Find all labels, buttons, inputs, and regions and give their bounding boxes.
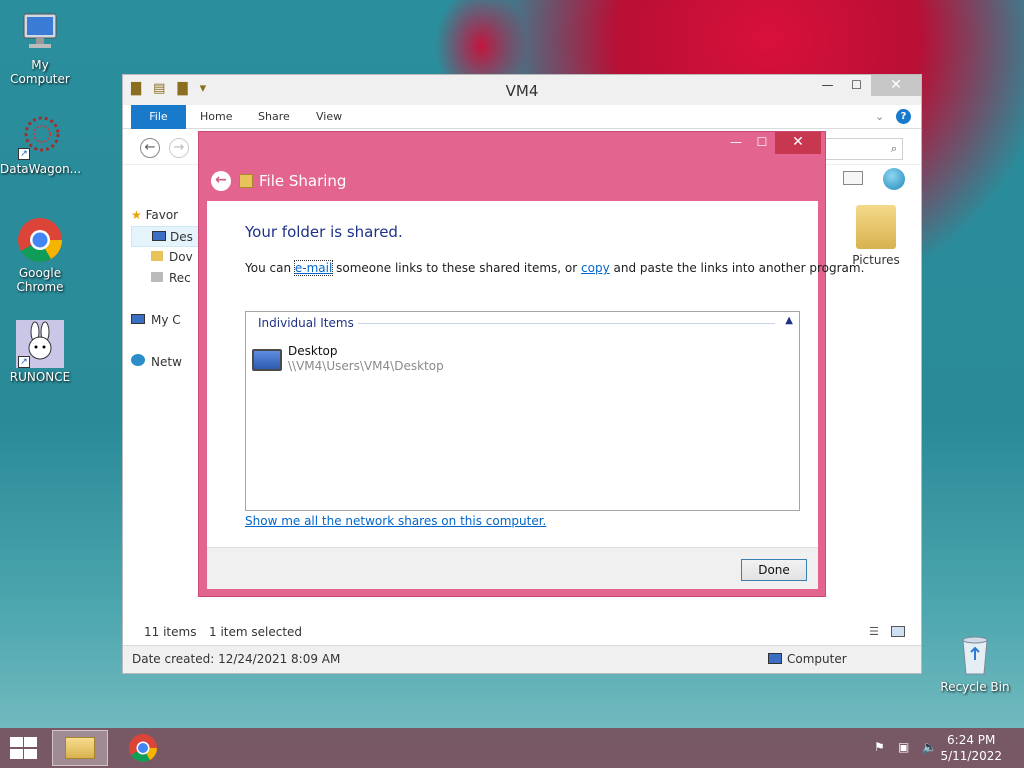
copy-link[interactable]: copy [581,261,610,275]
tab-view[interactable]: View [316,105,342,129]
recycle-bin-icon [951,630,999,678]
start-button[interactable] [8,736,38,760]
desktop-icon-label: DataWagon... [0,162,82,176]
computer-icon [16,8,64,56]
selection-count: 1 item selected [209,625,303,639]
back-arrow-icon[interactable]: ← [211,171,231,191]
close-button[interactable]: ✕ [871,75,921,96]
chrome-icon [129,734,157,762]
explorer-titlebar: ▇ ▤ ▇ ▾ VM4 — ☐ ✕ [123,75,921,105]
clock-date: 5/11/2022 [940,749,1002,763]
file-sharing-dialog: — ☐ ✕ ← File Sharing Your folder is shar… [198,131,864,597]
bunny-icon: ↗ [16,320,64,368]
system-clock[interactable]: 6:24 PM 5/11/2022 [940,732,1002,764]
network-shares-link[interactable]: Show me all the network shares on this c… [245,514,546,528]
chevron-up-icon[interactable]: ▲ [785,315,793,326]
navigation-pane: ★ Favor Des Dov Rec My C Netw [131,205,201,373]
datawagon-icon: ↗ [16,112,64,160]
share-icon [239,174,253,188]
clock-time: 6:24 PM [947,733,996,747]
chrome-icon [16,216,64,264]
recent-places-icon [151,272,163,282]
pictures-folder-icon [856,205,896,249]
file-explorer-icon [65,737,95,759]
desktop-icon-label: My Computer [10,58,70,86]
desktop-icon-runonce[interactable]: ↗ RUNONCE [0,320,80,384]
shortcut-arrow-icon: ↗ [18,356,30,368]
action-center-flag-icon[interactable]: ⚑ [874,740,890,756]
desktop-icon-recycle-bin[interactable]: Recycle Bin [935,630,1015,694]
search-input[interactable]: ⌕ [823,138,903,160]
star-icon: ★ [131,208,146,222]
shared-description: You can e-mail someone links to these sh… [245,260,865,276]
taskbar: ⚑ ▣ 🔈 6:24 PM 5/11/2022 [0,728,1024,768]
details-bar: Date created: 12/24/2021 8:09 AM Compute… [123,645,921,673]
forward-button[interactable]: → [169,138,189,158]
windows-logo-icon [10,737,23,747]
desktop-icon [152,231,166,241]
globe-icon[interactable] [883,168,905,190]
folder-icon [151,251,163,261]
help-icon[interactable]: ? [896,109,911,124]
desktop-monitor-icon [252,349,282,371]
desktop-icon-my-computer[interactable]: My Computer [0,8,80,86]
network-tray-icon[interactable]: ▣ [898,740,914,756]
dialog-close-button[interactable]: ✕ [775,132,821,154]
desktop-icon-datawagon[interactable]: ↗ DataWagon... [0,112,82,176]
nav-item-computer[interactable]: My C [131,310,201,331]
dialog-header: ← File Sharing [211,170,346,192]
date-created: Date created: 12/24/2021 8:09 AM [132,652,341,666]
nav-item-favorites[interactable]: ★ Favor [131,205,201,226]
nav-item-network[interactable]: Netw [131,352,201,373]
item-count: 11 items [144,625,197,639]
maximize-button[interactable]: ☐ [842,75,871,96]
computer-small-icon [768,653,782,664]
location-label: Computer [787,652,847,666]
tab-share[interactable]: Share [258,105,290,129]
preview-pane-icon[interactable] [843,171,863,185]
status-bar: 11 items 1 item selected ☰ [123,619,921,645]
dialog-title: File Sharing [259,172,347,190]
desktop-icon-label: RUNONCE [9,370,71,384]
shortcut-arrow-icon: ↗ [18,148,30,160]
taskbar-file-explorer[interactable] [52,730,108,766]
back-button[interactable]: ← [140,138,160,158]
list-item[interactable]: Desktop \\VM4\Users\VM4\Desktop [252,344,444,376]
dialog-minimize-button[interactable]: — [723,132,749,154]
large-icons-view-icon[interactable] [891,626,905,637]
pictures-folder[interactable]: Pictures [841,205,911,267]
taskbar-chrome[interactable] [116,730,172,766]
details-view-icon[interactable]: ☰ [869,625,879,638]
dialog-maximize-button[interactable]: ☐ [749,132,775,154]
desktop-icon-chrome[interactable]: Google Chrome [0,216,80,294]
dialog-footer: Done [207,547,818,589]
computer-icon [131,314,145,324]
done-button[interactable]: Done [741,559,807,581]
volume-muted-icon[interactable]: 🔈 [922,740,938,756]
network-icon [131,354,145,366]
group-header: Individual Items [258,316,358,330]
tab-home[interactable]: Home [200,105,232,129]
nav-item-desktop[interactable]: Des [131,226,201,247]
item-path: \\VM4\Users\VM4\Desktop [288,359,444,373]
nav-item-recent[interactable]: Rec [131,268,201,289]
tab-file[interactable]: File [131,105,186,129]
ribbon: File Home Share View ⌄ ? [123,105,921,129]
nav-item-downloads[interactable]: Dov [131,247,201,268]
desktop-icon-label: Recycle Bin [940,680,1010,694]
email-link[interactable]: e-mail [293,260,334,276]
window-title: VM4 [505,82,539,100]
search-icon: ⌕ [890,142,897,155]
dialog-body: Your folder is shared. You can e-mail so… [207,201,864,547]
item-name: Desktop [288,344,338,358]
desktop-icon-label: Google Chrome [16,266,64,294]
chevron-down-icon[interactable]: ⌄ [875,110,884,123]
minimize-button[interactable]: — [813,75,842,96]
shared-heading: Your folder is shared. [245,223,403,241]
shared-items-list: Individual Items ▲ Desktop \\VM4\Users\V… [245,311,800,511]
